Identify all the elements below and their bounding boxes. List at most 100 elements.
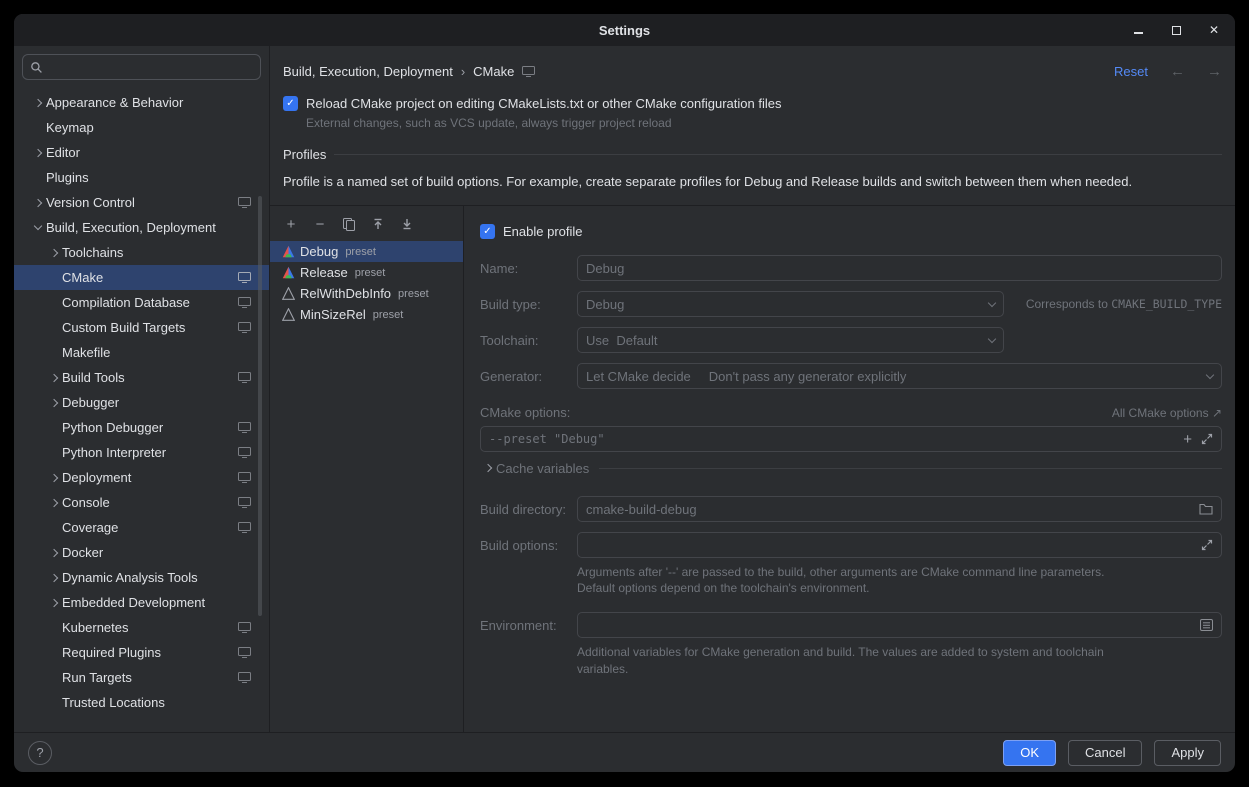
monitor-icon [238, 322, 251, 333]
reload-cmake-label: Reload CMake project on editing CMakeLis… [306, 96, 781, 111]
profile-name: RelWithDebInfo [300, 286, 391, 301]
sidebar-item-embedded-development[interactable]: Embedded Development [14, 590, 269, 615]
profile-item-minsizerel[interactable]: MinSizeRel preset [270, 304, 463, 325]
remove-profile-button[interactable]: − [309, 213, 331, 235]
folder-icon[interactable] [1199, 503, 1213, 515]
generator-select[interactable]: Let CMake decide Don't pass any generato… [577, 363, 1222, 389]
enable-profile-checkbox[interactable]: ✓ Enable profile [480, 224, 1222, 239]
ok-button[interactable]: OK [1003, 740, 1056, 766]
sidebar-item-toolchains[interactable]: Toolchains [14, 240, 269, 265]
cache-variables-toggle[interactable]: Cache variables [480, 460, 1222, 476]
build-type-label: Build type: [480, 297, 577, 312]
profile-suffix: preset [398, 288, 429, 300]
chevron-down-icon [988, 334, 996, 342]
add-option-icon[interactable]: + [1183, 432, 1192, 447]
add-profile-button[interactable]: + [280, 213, 302, 235]
sidebar-item-deployment[interactable]: Deployment [14, 465, 269, 490]
breadcrumb: Build, Execution, Deployment › CMake Res… [283, 46, 1222, 96]
build-type-select[interactable]: Debug [577, 291, 1004, 317]
cmake-options-input[interactable]: --preset "Debug" + [480, 426, 1222, 452]
minimize-button[interactable] [1131, 23, 1145, 37]
sidebar-item-editor[interactable]: Editor [14, 140, 269, 165]
profile-item-debug[interactable]: Debug preset [270, 241, 463, 262]
sidebar-item-build-execution-deployment[interactable]: Build, Execution, Deployment [14, 215, 269, 240]
profile-suffix: preset [355, 267, 386, 279]
sidebar-item-run-targets[interactable]: Run Targets [14, 665, 269, 690]
chevron-right-icon[interactable] [46, 470, 62, 486]
profiles-description: Profile is a named set of build options.… [283, 168, 1222, 205]
back-arrow-icon[interactable]: ← [1170, 63, 1185, 80]
build-options-input[interactable] [577, 532, 1222, 558]
sidebar-scrollbar[interactable] [258, 196, 262, 616]
move-down-button[interactable] [396, 213, 418, 235]
help-button[interactable]: ? [28, 741, 52, 765]
monitor-icon [238, 497, 251, 508]
maximize-button[interactable] [1169, 23, 1183, 37]
sidebar-item-appearance-behavior[interactable]: Appearance & Behavior [14, 90, 269, 115]
expand-icon[interactable] [1201, 539, 1213, 551]
chevron-right-icon[interactable] [46, 570, 62, 586]
sidebar-item-label: Console [62, 495, 110, 510]
cmake-icon [282, 266, 295, 279]
toolchain-select[interactable]: Use Default [577, 327, 1004, 353]
sidebar-item-label: Build Tools [62, 370, 125, 385]
profile-name: Release [300, 265, 348, 280]
sidebar-item-makefile[interactable]: Makefile [14, 340, 269, 365]
chevron-right-icon[interactable] [30, 95, 46, 111]
sidebar-item-compilation-database[interactable]: Compilation Database [14, 290, 269, 315]
settings-search-box[interactable] [22, 54, 261, 80]
sidebar-item-coverage[interactable]: Coverage [14, 515, 269, 540]
cancel-button[interactable]: Cancel [1068, 740, 1142, 766]
chevron-right-icon[interactable] [46, 370, 62, 386]
name-input[interactable] [577, 255, 1222, 281]
sidebar-item-required-plugins[interactable]: Required Plugins [14, 640, 269, 665]
chevron-right-icon[interactable] [30, 195, 46, 211]
profile-name: MinSizeRel [300, 307, 366, 322]
copy-profile-button[interactable] [338, 213, 360, 235]
sidebar-item-build-tools[interactable]: Build Tools [14, 365, 269, 390]
close-button[interactable]: ✕ [1207, 23, 1221, 37]
sidebar-item-plugins[interactable]: Plugins [14, 165, 269, 190]
sidebar-item-docker[interactable]: Docker [14, 540, 269, 565]
sidebar-item-custom-build-targets[interactable]: Custom Build Targets [14, 315, 269, 340]
profile-item-relwithdebinfo[interactable]: RelWithDebInfo preset [270, 283, 463, 304]
move-up-button[interactable] [367, 213, 389, 235]
reload-cmake-hint: External changes, such as VCS update, al… [306, 116, 1222, 130]
variables-list-icon[interactable] [1200, 619, 1213, 631]
chevron-spacer [46, 445, 62, 461]
sidebar-item-keymap[interactable]: Keymap [14, 115, 269, 140]
forward-arrow-icon[interactable]: → [1207, 63, 1222, 80]
sidebar-item-kubernetes[interactable]: Kubernetes [14, 615, 269, 640]
expand-icon[interactable] [1201, 433, 1213, 445]
chevron-right-icon[interactable] [46, 245, 62, 261]
apply-button[interactable]: Apply [1154, 740, 1221, 766]
environment-input[interactable] [577, 612, 1222, 638]
build-directory-input[interactable]: cmake-build-debug [577, 496, 1222, 522]
dialog-footer: ? OK Cancel Apply [14, 732, 1235, 772]
sidebar-item-python-debugger[interactable]: Python Debugger [14, 415, 269, 440]
search-input[interactable] [48, 60, 253, 75]
profile-item-release[interactable]: Release preset [270, 262, 463, 283]
chevron-right-icon[interactable] [46, 545, 62, 561]
chevron-right-icon[interactable] [46, 495, 62, 511]
chevron-right-icon[interactable] [30, 145, 46, 161]
monitor-icon [238, 447, 251, 458]
chevron-spacer [46, 345, 62, 361]
sidebar-item-python-interpreter[interactable]: Python Interpreter [14, 440, 269, 465]
build-options-hint: Default options depend on the toolchain'… [577, 580, 1222, 596]
sidebar-item-dynamic-analysis-tools[interactable]: Dynamic Analysis Tools [14, 565, 269, 590]
all-cmake-options-link[interactable]: All CMake options ↗ [1112, 406, 1222, 420]
reset-link[interactable]: Reset [1114, 64, 1148, 79]
reload-cmake-checkbox[interactable]: ✓ Reload CMake project on editing CMakeL… [283, 96, 1222, 111]
sidebar-item-console[interactable]: Console [14, 490, 269, 515]
chevron-right-icon[interactable] [46, 595, 62, 611]
settings-main: Build, Execution, Deployment › CMake Res… [270, 46, 1235, 732]
sidebar-item-cmake[interactable]: CMake [14, 265, 269, 290]
chevron-down-icon[interactable] [30, 220, 46, 236]
divider [334, 154, 1222, 155]
sidebar-item-version-control[interactable]: Version Control [14, 190, 269, 215]
sidebar-item-debugger[interactable]: Debugger [14, 390, 269, 415]
breadcrumb-parent[interactable]: Build, Execution, Deployment [283, 64, 453, 79]
sidebar-item-trusted-locations[interactable]: Trusted Locations [14, 690, 269, 715]
chevron-right-icon[interactable] [46, 395, 62, 411]
